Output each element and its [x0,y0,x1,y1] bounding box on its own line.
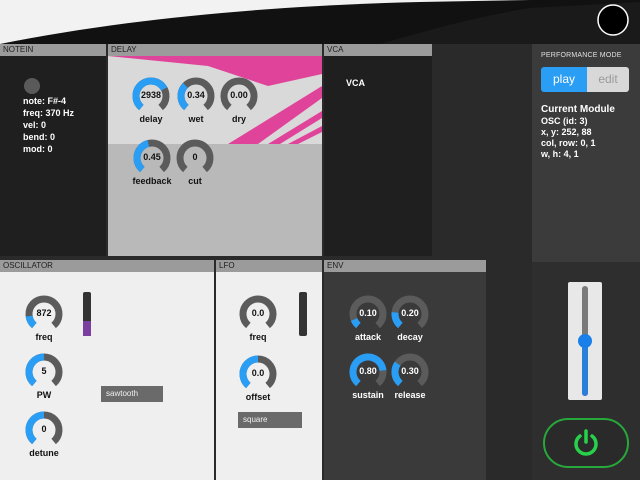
delay-dry-label: dry [231,114,246,124]
osc-freq-value: 872 [36,308,52,318]
current-module-wh: w, h: 4, 1 [541,149,579,159]
env-release-knob[interactable]: 0.30 [390,352,430,392]
env-sustain-value: 0.80 [359,366,377,376]
osc-pw-value: 5 [41,366,47,376]
delay-wet-value: 0.34 [187,90,205,100]
delay-cut-knob[interactable]: 0 [175,138,215,178]
edit-mode-button[interactable]: edit [587,67,629,92]
osc-waveform-select[interactable]: sawtooth [101,386,163,402]
env-header[interactable]: ENV [324,260,486,272]
osc-pw-label: PW [36,390,52,400]
notein-header[interactable]: NOTEIN [0,44,106,56]
master-slider-fill [582,341,588,396]
vca-module: VCA [324,56,432,256]
freq-label: freq: 370 Hz [23,108,75,118]
lfo-freq-label: freq [249,332,267,342]
lfo-waveform-select[interactable]: square [238,412,302,428]
env-attack-knob-fill [350,318,361,329]
delay-value: 2938 [140,90,162,100]
env-sustain-knob[interactable]: 0.80 [348,352,388,392]
lfo-freq-value: 0.0 [251,308,265,318]
delay-cut-label: cut [188,176,202,186]
current-module-colrow: col, row: 0, 1 [541,138,596,148]
lfo-freq-knob[interactable]: 0.0 [238,294,278,334]
delay-header[interactable]: DELAY [108,44,322,56]
env-decay-knob[interactable]: 0.20 [390,294,430,334]
env-module: 0.10 attack 0.20 decay 0.80 sustain 0.30 releas… [324,272,486,480]
decorative-wave-graphic [0,0,640,44]
note-indicator [24,78,40,94]
current-module-title: Current Module [541,104,615,115]
mod-label: mod: 0 [23,144,53,154]
lfo-offset-label: offset [245,392,271,402]
vca-label: VCA [346,78,366,88]
delay-dry-knob[interactable]: 0.00 [219,76,259,116]
delay-cut-value: 0 [192,152,198,162]
bend-label: bend: 0 [23,132,56,142]
env-attack-value: 0.10 [359,308,377,318]
vel-label: vel: 0 [23,120,47,130]
performance-mode-label: PERFORMANCE MODE [541,52,622,59]
delay-feedback-value: 0.45 [143,152,161,162]
osc-level-fill [83,320,91,336]
vca-header[interactable]: VCA [324,44,432,56]
delay-feedback-knob[interactable]: 0.45 [132,138,172,178]
env-release-label: release [394,390,426,400]
lfo-offset-value: 0.0 [251,368,265,378]
notein-module: note: F#-4 freq: 370 Hz vel: 0 bend: 0 m… [0,56,106,256]
power-icon [574,429,598,456]
osc-level-slider[interactable] [83,292,91,336]
play-mode-button[interactable]: play [541,67,587,92]
env-decay-value: 0.20 [401,308,419,318]
delay-wet-knob[interactable]: 0.34 [176,76,216,116]
delay-dry-value: 0.00 [230,90,248,100]
oscillator-header[interactable]: OSCILLATOR [0,260,214,272]
osc-detune-label: detune [29,448,59,458]
env-decay-label: decay [397,332,423,342]
osc-freq-label: freq [35,332,53,342]
osc-detune-value: 0 [41,424,47,434]
current-module-xy: x, y: 252, 88 [541,127,592,137]
delay-module: 2938 delay 0.34 wet 0.00 dry 0.45 feedback 0 cut [108,56,322,256]
current-module-id: OSC (id: 3) [541,116,588,126]
osc-pw-knob[interactable]: 5 [24,352,64,392]
lfo-module: square 0.0 freq 0.0 offset [216,272,322,480]
lfo-offset-knob[interactable]: 0.0 [238,354,278,394]
oscillator-module: sawtooth 872 freq 5 PW 0 detune [0,272,214,480]
power-button[interactable] [543,418,629,468]
lfo-level-slider[interactable] [299,292,307,336]
env-attack-knob[interactable]: 0.10 [348,294,388,334]
note-label: note: F#-4 [23,96,67,106]
master-slider-track[interactable] [568,282,602,400]
top-header-bar [0,0,640,44]
osc-freq-knob[interactable]: 872 [24,294,64,334]
env-release-value: 0.30 [401,366,419,376]
delay-knob[interactable]: 2938 [131,76,171,116]
master-slider-thumb[interactable] [578,334,592,348]
osc-detune-knob[interactable]: 0 [24,410,64,450]
lfo-header[interactable]: LFO [216,260,322,272]
